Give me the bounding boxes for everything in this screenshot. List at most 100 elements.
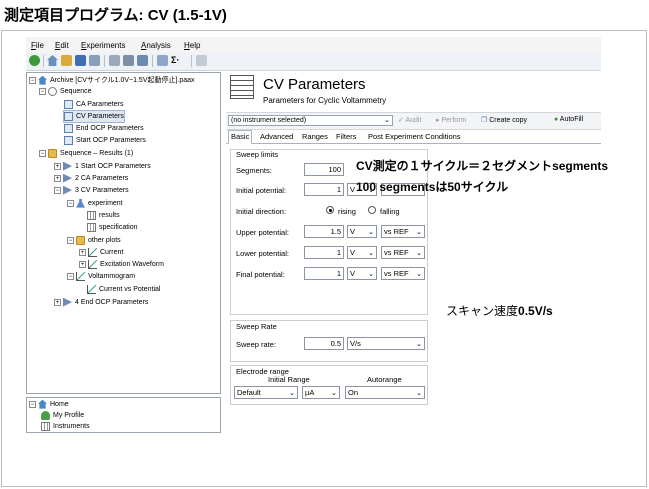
column-header: Initial Range <box>268 375 310 384</box>
tree-item-results-table[interactable]: results <box>87 210 120 221</box>
tab-advanced[interactable]: Advanced <box>258 131 295 142</box>
autorange-select[interactable]: On ⌄ <box>345 386 425 399</box>
perform-button[interactable]: ▸ Perform <box>436 116 466 124</box>
audit-button[interactable]: ✓ Audit <box>398 116 421 124</box>
tree-label: Excitation Waveform <box>100 261 164 268</box>
expand-icon[interactable]: + <box>79 260 86 268</box>
field-label: Initial potential: <box>236 186 287 195</box>
collapse-icon[interactable]: − <box>39 149 46 157</box>
tree-item-result-2[interactable]: +2 CA Parameters <box>54 173 128 184</box>
run-icon <box>63 297 72 307</box>
audit-label: Audit <box>405 117 422 124</box>
tree-item-results[interactable]: − Sequence – Results (1) <box>39 148 133 159</box>
instruments-icon <box>41 421 50 431</box>
tree-item-result-3[interactable]: − 3 CV Parameters <box>54 185 129 196</box>
archive-icon <box>38 75 47 85</box>
tree-item-start-ocp[interactable]: Start OCP Parameters <box>64 135 146 146</box>
print-icon[interactable] <box>89 55 100 66</box>
initial-potential-input[interactable]: 1 <box>304 183 344 196</box>
lower-potential-input[interactable]: 1 <box>304 246 344 259</box>
final-ref-select[interactable]: vs REF ⌄ <box>381 267 425 280</box>
falling-radio[interactable] <box>368 206 376 214</box>
chevron-down-icon: ⌄ <box>416 390 422 397</box>
tree-item-experiment[interactable]: − experiment <box>67 198 123 209</box>
table-icon <box>87 222 96 232</box>
menu-help[interactable]: Help <box>184 41 200 50</box>
settings-icon[interactable] <box>137 55 148 66</box>
tree-label: Current <box>100 249 124 256</box>
tree-label: 2 CA Parameters <box>75 175 129 182</box>
check-circle-icon: ● <box>554 116 559 123</box>
range-unit-select[interactable]: µA ⌄ <box>302 386 340 399</box>
tree-item-result-1[interactable]: +1 Start OCP Parameters <box>54 161 151 172</box>
collapse-icon[interactable]: − <box>54 186 61 194</box>
chevron-down-icon: ⌄ <box>416 271 422 278</box>
collapse-icon[interactable]: − <box>29 76 36 84</box>
save-icon[interactable] <box>75 55 86 66</box>
pin-icon[interactable] <box>196 55 207 66</box>
autofill-button[interactable]: ● AutoFill <box>554 116 583 123</box>
final-unit-select[interactable]: V ⌄ <box>347 267 377 280</box>
column-header: Autorange <box>367 375 402 384</box>
menu-analysis[interactable]: Analysis <box>141 41 171 50</box>
lower-ref-select[interactable]: vs REF ⌄ <box>381 246 425 259</box>
collapse-icon[interactable]: − <box>39 87 46 95</box>
tree-label: 3 CV Parameters <box>75 187 129 194</box>
menu-file[interactable]: File <box>31 41 44 50</box>
open-icon[interactable] <box>61 55 72 66</box>
rising-radio[interactable] <box>326 206 334 214</box>
nav-item-home[interactable]: − Home <box>29 399 69 410</box>
menu-experiments[interactable]: Experiments <box>81 41 125 50</box>
collapse-icon[interactable]: − <box>29 400 36 408</box>
segments-input[interactable]: 100 <box>304 163 344 176</box>
instrument-value: (no instrument selected) <box>231 117 307 124</box>
tree-item-voltammogram[interactable]: − Voltammogram <box>67 271 135 282</box>
tree-item-ca-parameters[interactable]: CA Parameters <box>64 99 123 110</box>
collapse-icon[interactable]: − <box>67 272 74 280</box>
back-icon[interactable] <box>29 55 40 66</box>
nav-item-my-profile[interactable]: My Profile <box>41 410 84 421</box>
tab-post-experiment[interactable]: Post Experiment Conditions <box>366 131 463 142</box>
tab-basic[interactable]: Basic <box>228 130 253 144</box>
sigma-icon[interactable]: Σ· <box>171 55 179 65</box>
tree-item-excitation-waveform[interactable]: + Excitation Waveform <box>79 259 164 270</box>
tree-item-cv-parameters[interactable]: CV Parameters <box>63 110 125 123</box>
select-value: vs REF <box>384 227 409 236</box>
nav-item-instruments[interactable]: Instruments <box>41 421 90 432</box>
tree-item-other-plots[interactable]: − other plots <box>67 235 121 246</box>
expand-icon[interactable]: + <box>79 248 86 256</box>
sweep-rate-input[interactable]: 0.5 <box>304 337 344 350</box>
tree-item-end-ocp-result[interactable]: +4 End OCP Parameters <box>54 297 148 308</box>
tree-item-end-ocp[interactable]: End OCP Parameters <box>64 123 144 134</box>
edit-icon[interactable] <box>109 55 120 66</box>
create-copy-button[interactable]: ❐ Create copy <box>481 116 527 124</box>
tree-item-sequence[interactable]: − Sequence <box>39 86 92 97</box>
upper-unit-select[interactable]: V ⌄ <box>347 225 377 238</box>
home-icon[interactable] <box>47 55 58 66</box>
instrument-select[interactable]: (no instrument selected) ⌄ <box>228 115 393 126</box>
tab-filters[interactable]: Filters <box>334 131 358 142</box>
chevron-down-icon: ⌄ <box>368 229 374 236</box>
tree-item-current[interactable]: + Current <box>79 247 123 258</box>
nav-label: Instruments <box>53 423 90 430</box>
expand-icon[interactable]: + <box>54 298 61 306</box>
tool-icon[interactable] <box>157 55 168 66</box>
tree-item-archive[interactable]: − Archive [CVサイクル1.0V−1.5V起動停止].paax <box>29 75 195 86</box>
chevron-down-icon: ⌄ <box>368 271 374 278</box>
collapse-icon[interactable]: − <box>67 199 74 207</box>
collapse-icon[interactable]: − <box>67 236 74 244</box>
tree-item-current-vs-potential[interactable]: Current vs Potential <box>87 284 160 295</box>
initial-range-select[interactable]: Default ⌄ <box>234 386 298 399</box>
tree-item-specification[interactable]: specification <box>87 222 138 233</box>
expand-icon[interactable]: + <box>54 174 61 182</box>
sweep-rate-unit-select[interactable]: V/s ⌄ <box>347 337 425 350</box>
upper-potential-input[interactable]: 1.5 <box>304 225 344 238</box>
tab-ranges[interactable]: Ranges <box>300 131 330 142</box>
expand-icon[interactable]: + <box>54 162 61 170</box>
lower-unit-select[interactable]: V ⌄ <box>347 246 377 259</box>
filter-icon[interactable] <box>123 55 134 66</box>
upper-ref-select[interactable]: vs REF ⌄ <box>381 225 425 238</box>
nav-label: My Profile <box>53 412 85 419</box>
menu-edit[interactable]: Edit <box>55 41 69 50</box>
final-potential-input[interactable]: 1 <box>304 267 344 280</box>
